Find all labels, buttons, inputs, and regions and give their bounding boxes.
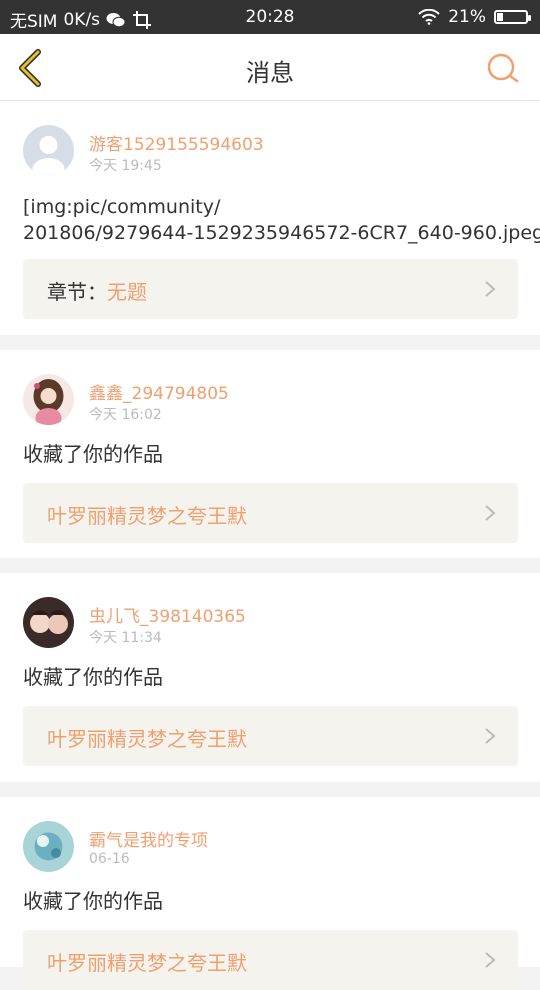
battery-fill (497, 13, 503, 21)
message-content: 收藏了你的作品 (23, 665, 163, 689)
message-content: 收藏了你的作品 (23, 889, 163, 913)
chevron-right-icon (485, 281, 496, 297)
user-avatar-image (23, 374, 74, 425)
message-content: 收藏了你的作品 (23, 442, 163, 466)
message-card: 虫儿飞_398140365 今天 11:34 收藏了你的作品 叶罗丽精灵梦之夸王… (0, 573, 540, 782)
timestamp: 今天 16:02 (89, 407, 162, 423)
timestamp: 今天 19:45 (89, 158, 162, 174)
page-title: 消息 (246, 59, 294, 87)
avatar[interactable] (23, 821, 74, 872)
status-right: 21% (418, 7, 531, 27)
status-bar: 无SIM 0K/s 20:28 21% (0, 0, 540, 34)
search-icon (487, 53, 519, 83)
chevron-right-icon (485, 952, 496, 968)
chapter-link-text: 章节：无题 (47, 276, 147, 305)
message-content: [img:pic/community/ 201806/9279644-15292… (23, 196, 540, 244)
chapter-link[interactable]: 章节：无题 (23, 259, 518, 319)
default-avatar-icon (23, 125, 74, 176)
app-header: 消息 (0, 34, 540, 101)
username[interactable]: 游客1529155594603 (89, 130, 264, 155)
work-title: 叶罗丽精灵梦之夸王默 (47, 951, 247, 975)
timestamp: 今天 11:34 (89, 630, 162, 646)
work-title: 叶罗丽精灵梦之夸王默 (47, 727, 247, 751)
battery-icon (494, 10, 531, 24)
message-card: 游客1529155594603 今天 19:45 [img:pic/commun… (0, 101, 540, 335)
chevron-right-icon (485, 728, 496, 744)
battery-percent: 21% (448, 7, 486, 27)
username[interactable]: 鑫鑫_294794805 (89, 379, 229, 404)
message-card: 霸气是我的专项 06-16 收藏了你的作品 叶罗丽精灵梦之夸王默 (0, 797, 540, 990)
timestamp: 06-16 (89, 851, 130, 867)
work-title: 叶罗丽精灵梦之夸王默 (47, 504, 247, 528)
username[interactable]: 虫儿飞_398140365 (89, 602, 246, 627)
work-link[interactable]: 叶罗丽精灵梦之夸王默 (23, 930, 518, 990)
username[interactable]: 霸气是我的专项 (89, 826, 208, 851)
avatar[interactable] (23, 597, 74, 648)
avatar[interactable] (23, 125, 74, 176)
message-card: 鑫鑫_294794805 今天 16:02 收藏了你的作品 叶罗丽精灵梦之夸王默 (0, 350, 540, 558)
chapter-title: 无题 (107, 280, 147, 304)
user-avatar-image (23, 821, 74, 872)
user-avatar-image (23, 597, 74, 648)
wifi-icon (418, 9, 440, 25)
avatar[interactable] (23, 374, 74, 425)
work-link[interactable]: 叶罗丽精灵梦之夸王默 (23, 706, 518, 766)
work-link[interactable]: 叶罗丽精灵梦之夸王默 (23, 483, 518, 543)
search-button[interactable] (486, 52, 520, 86)
chapter-label: 章节： (47, 280, 107, 304)
chevron-right-icon (485, 505, 496, 521)
